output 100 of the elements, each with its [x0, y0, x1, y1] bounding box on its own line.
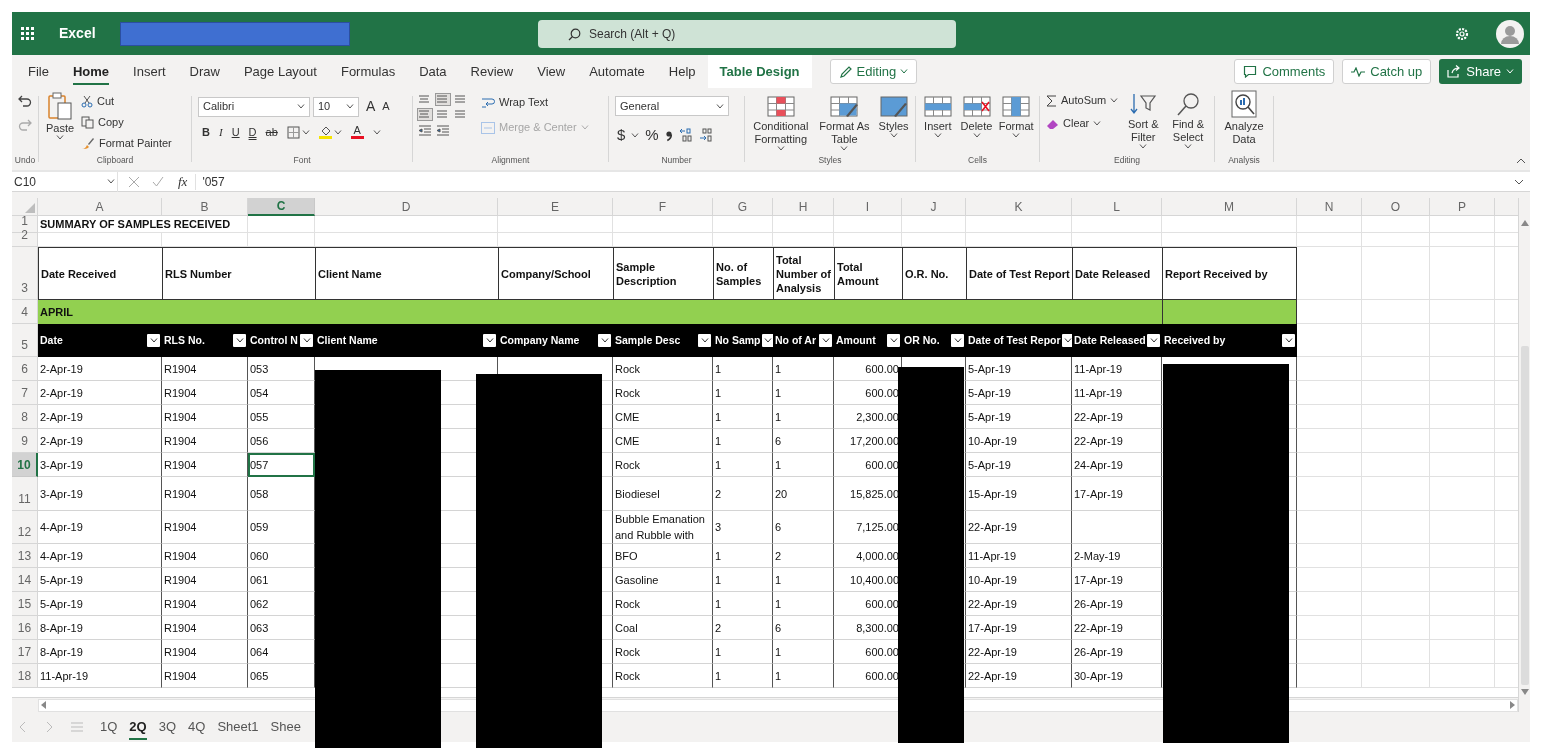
analyze-data-button[interactable]: Analyze Data: [1219, 90, 1269, 146]
row-header[interactable]: 13: [12, 544, 38, 568]
share-button[interactable]: Share: [1439, 59, 1522, 84]
column-header[interactable]: D: [315, 198, 498, 216]
bold-button[interactable]: B: [202, 124, 210, 141]
sheet-tab[interactable]: Shee: [265, 712, 306, 742]
format-as-table-button[interactable]: Format As Table: [814, 94, 875, 151]
conditional-formatting-button[interactable]: Conditional Formatting: [751, 94, 811, 151]
double-underline-button[interactable]: D: [248, 124, 257, 141]
sheet-tab[interactable]: 3Q: [153, 712, 182, 742]
check-icon[interactable]: [152, 175, 164, 188]
insert-function-button[interactable]: fx: [178, 171, 188, 192]
row-header[interactable]: 8: [12, 405, 38, 429]
share-icon: [1447, 65, 1462, 78]
row-header[interactable]: 4: [12, 300, 38, 324]
menu-tab[interactable]: View: [525, 55, 578, 88]
indent-icon[interactable]: [417, 123, 433, 136]
name-box[interactable]: C10: [12, 171, 118, 192]
collapse-ribbon-icon[interactable]: [1516, 158, 1526, 164]
format-cells-button[interactable]: Format: [997, 94, 1035, 138]
catch-up-button[interactable]: Catch up: [1342, 59, 1432, 84]
row-header[interactable]: 18: [12, 664, 38, 688]
percent-button[interactable]: %: [645, 124, 659, 147]
row-header[interactable]: 15: [12, 592, 38, 616]
column-header[interactable]: G: [713, 198, 773, 216]
font-color-button[interactable]: A: [350, 125, 364, 140]
column-header[interactable]: L: [1072, 198, 1162, 216]
clear-button[interactable]: Clear: [1046, 115, 1119, 132]
menu-tab[interactable]: Data: [407, 55, 459, 88]
sheet-tab[interactable]: Sheet1: [212, 712, 264, 742]
menu-tab[interactable]: Page Layout: [231, 55, 329, 88]
format-painter-button[interactable]: Format Painter: [81, 135, 172, 152]
delete-cells-button[interactable]: Delete: [957, 94, 996, 138]
strikethrough-button[interactable]: ab: [265, 124, 278, 141]
number-format-field[interactable]: General: [615, 96, 729, 116]
paste-button[interactable]: Paste: [43, 92, 77, 140]
column-header[interactable]: E: [498, 198, 613, 216]
app-launcher-icon[interactable]: [21, 26, 35, 41]
indent-icon[interactable]: [435, 123, 451, 136]
sheet-tab[interactable]: 1Q: [95, 712, 123, 742]
row-header[interactable]: 11: [12, 477, 38, 511]
row-header[interactable]: 3: [12, 247, 38, 300]
avatar-icon[interactable]: [1496, 19, 1524, 48]
row-header[interactable]: 6: [12, 357, 38, 381]
borders-icon[interactable]: [286, 125, 300, 139]
column-header[interactable]: P: [1430, 198, 1495, 216]
copy-button[interactable]: Copy: [81, 114, 172, 131]
menu-tab[interactable]: Review: [458, 55, 526, 88]
sort-filter-button[interactable]: Sort & Filter: [1124, 92, 1163, 149]
comma-style-icon[interactable]: [664, 128, 673, 142]
italic-button[interactable]: I: [218, 124, 223, 141]
menu-tab[interactable]: Draw: [177, 55, 232, 88]
column-header[interactable]: O: [1362, 198, 1430, 216]
undo-icon[interactable]: [17, 94, 33, 108]
row-header[interactable]: 12: [12, 511, 38, 544]
menu-tab[interactable]: Help: [656, 55, 708, 88]
menu-tab[interactable]: File: [16, 55, 61, 88]
menu-tab[interactable]: Insert: [121, 55, 178, 88]
row-header[interactable]: 7: [12, 381, 38, 405]
row-header[interactable]: 5: [12, 324, 38, 357]
row-header[interactable]: 9: [12, 429, 38, 453]
editing-mode-button[interactable]: Editing: [829, 59, 918, 84]
menu-tab[interactable]: Formulas: [328, 55, 408, 88]
menu-tab[interactable]: Table Design: [707, 55, 812, 88]
expand-formula-icon[interactable]: [1514, 178, 1524, 185]
shrink-font-button[interactable]: A: [382, 98, 390, 115]
wrap-text-button[interactable]: Wrap Text: [481, 94, 589, 111]
column-header[interactable]: J: [902, 198, 966, 216]
column-header[interactable]: N: [1297, 198, 1362, 216]
column-header[interactable]: I: [834, 198, 902, 216]
font-size-field[interactable]: 10: [313, 96, 359, 117]
autosum-button[interactable]: AutoSum: [1046, 92, 1119, 109]
column-header[interactable]: C: [248, 198, 315, 216]
column-header[interactable]: K: [966, 198, 1072, 216]
font-name-field[interactable]: Calibri: [198, 96, 310, 117]
column-header[interactable]: F: [613, 198, 713, 216]
column-header[interactable]: H: [773, 198, 834, 216]
settings-icon[interactable]: [1454, 25, 1470, 42]
find-select-button[interactable]: Find & Select: [1168, 92, 1208, 149]
fill-color-icon[interactable]: [318, 125, 332, 140]
column-header[interactable]: A: [38, 198, 162, 216]
decrease-decimal-icon[interactable]: [698, 128, 713, 143]
row-header[interactable]: 14: [12, 568, 38, 592]
menu-tab[interactable]: Automate: [577, 55, 657, 88]
row-header[interactable]: 16: [12, 616, 38, 640]
cell-styles-button[interactable]: Styles: [878, 94, 909, 138]
insert-cells-button[interactable]: Insert: [920, 94, 956, 138]
sheet-tab[interactable]: 2Q: [124, 712, 152, 742]
underline-button[interactable]: U: [231, 124, 240, 141]
sheet-tab[interactable]: 4Q: [183, 712, 211, 742]
row-header[interactable]: 10: [12, 453, 38, 477]
row-header[interactable]: 17: [12, 640, 38, 664]
cut-button[interactable]: Cut: [81, 93, 172, 110]
comments-button[interactable]: Comments: [1234, 59, 1335, 84]
currency-button[interactable]: $: [617, 124, 626, 147]
search-field[interactable]: Search (Alt + Q): [538, 20, 956, 48]
column-header[interactable]: M: [1162, 198, 1297, 216]
increase-decimal-icon[interactable]: [678, 128, 693, 143]
menu-tab[interactable]: Home: [60, 55, 122, 88]
grow-font-button[interactable]: A: [366, 96, 376, 117]
